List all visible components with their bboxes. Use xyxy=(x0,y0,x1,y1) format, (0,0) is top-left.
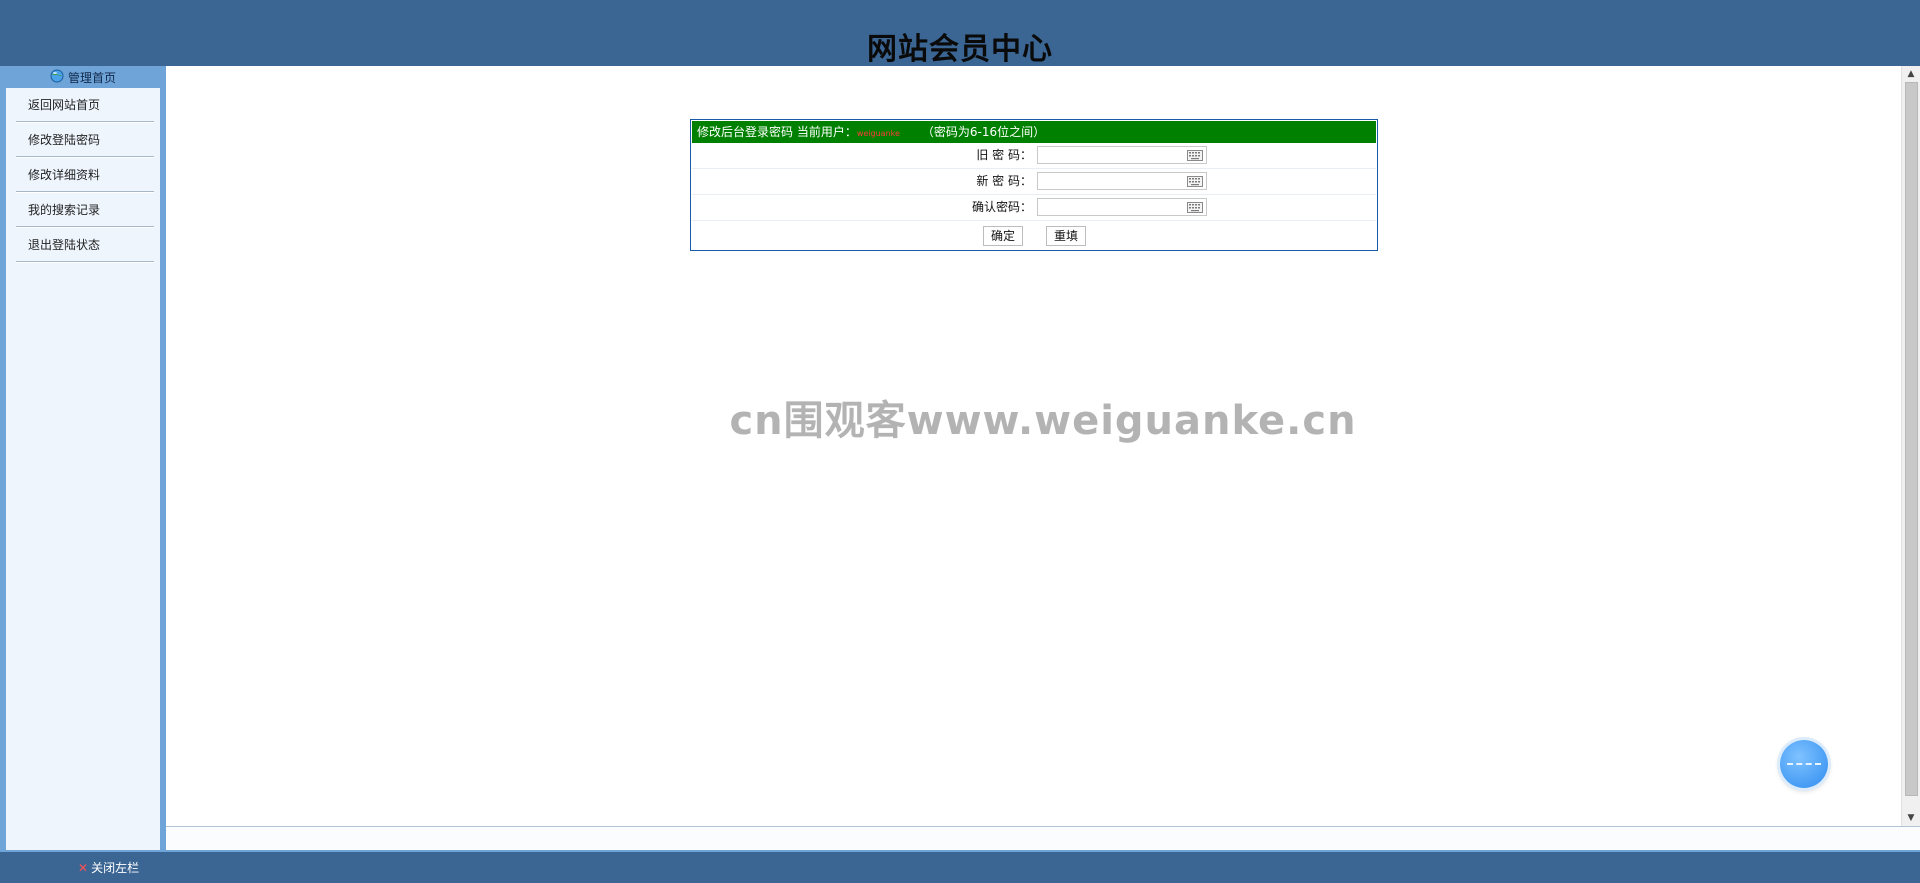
close-sidebar-button[interactable]: ✕ 关闭左栏 xyxy=(78,859,139,876)
form-heading-text: 修改后台登录密码 当前用户： xyxy=(697,125,857,139)
confirm-password-row: 确认密码： xyxy=(692,195,1376,221)
sidebar-item-edit-profile[interactable]: 修改详细资料 xyxy=(16,158,154,192)
site-title: 网站会员中心 xyxy=(867,32,1053,66)
reset-button[interactable]: 重填 xyxy=(1046,226,1086,246)
sidebar-menu-panel: 返回网站首页 修改登陆密码 修改详细资料 我的搜索记录 退出登陆状态 xyxy=(6,88,160,850)
confirm-password-label: 确认密码： xyxy=(971,200,1032,214)
old-password-row: 旧 密 码： xyxy=(692,143,1376,169)
left-sidebar: 管理首页 返回网站首页 修改登陆密码 修改详细资料 我的搜索记录 退出登陆状态 xyxy=(0,66,166,850)
dash-icon xyxy=(1787,763,1821,767)
current-user-name: weiguanke xyxy=(856,129,900,138)
password-hint: （密码为6-16位之间） xyxy=(921,125,1046,139)
close-icon: ✕ xyxy=(78,861,89,875)
old-password-input[interactable] xyxy=(1037,146,1207,164)
form-header: 修改后台登录密码 当前用户：weiguanke （密码为6-16位之间） xyxy=(692,121,1376,143)
keyboard-icon[interactable] xyxy=(1187,150,1203,161)
floating-action-button[interactable] xyxy=(1780,740,1828,788)
sidebar-item-search-history[interactable]: 我的搜索记录 xyxy=(16,193,154,227)
scroll-up-arrow-icon[interactable]: ▲ xyxy=(1902,66,1920,82)
main-content: 修改后台登录密码 当前用户：weiguanke （密码为6-16位之间） 旧 密 … xyxy=(166,66,1920,851)
watermark-text: cn围观客www.weiguanke.cn xyxy=(729,398,1357,444)
globe-icon xyxy=(50,67,64,91)
change-password-form: 修改后台登录密码 当前用户：weiguanke （密码为6-16位之间） 旧 密 … xyxy=(690,119,1378,251)
close-sidebar-label: 关闭左栏 xyxy=(91,861,140,875)
scroll-thumb[interactable] xyxy=(1905,82,1918,796)
scroll-down-arrow-icon[interactable]: ▼ xyxy=(1902,810,1920,826)
new-password-input[interactable] xyxy=(1037,172,1207,190)
confirm-password-input[interactable] xyxy=(1037,198,1207,216)
sidebar-item-logout[interactable]: 退出登陆状态 xyxy=(16,228,154,262)
sidebar-header[interactable]: 管理首页 xyxy=(0,66,166,88)
vertical-scrollbar[interactable]: ▲ ▼ xyxy=(1901,66,1920,826)
sidebar-item-change-password[interactable]: 修改登陆密码 xyxy=(16,123,154,157)
sidebar-item-back-home[interactable]: 返回网站首页 xyxy=(16,88,154,122)
new-password-label: 新 密 码： xyxy=(976,174,1032,188)
footer-bar: ✕ 关闭左栏 xyxy=(0,850,1920,883)
sidebar-header-label: 管理首页 xyxy=(67,71,116,85)
old-password-label: 旧 密 码： xyxy=(976,148,1032,162)
keyboard-icon[interactable] xyxy=(1187,176,1203,187)
submit-button[interactable]: 确定 xyxy=(983,226,1023,246)
bottom-strip xyxy=(166,826,1920,851)
new-password-row: 新 密 码： xyxy=(692,169,1376,195)
keyboard-icon[interactable] xyxy=(1187,202,1203,213)
